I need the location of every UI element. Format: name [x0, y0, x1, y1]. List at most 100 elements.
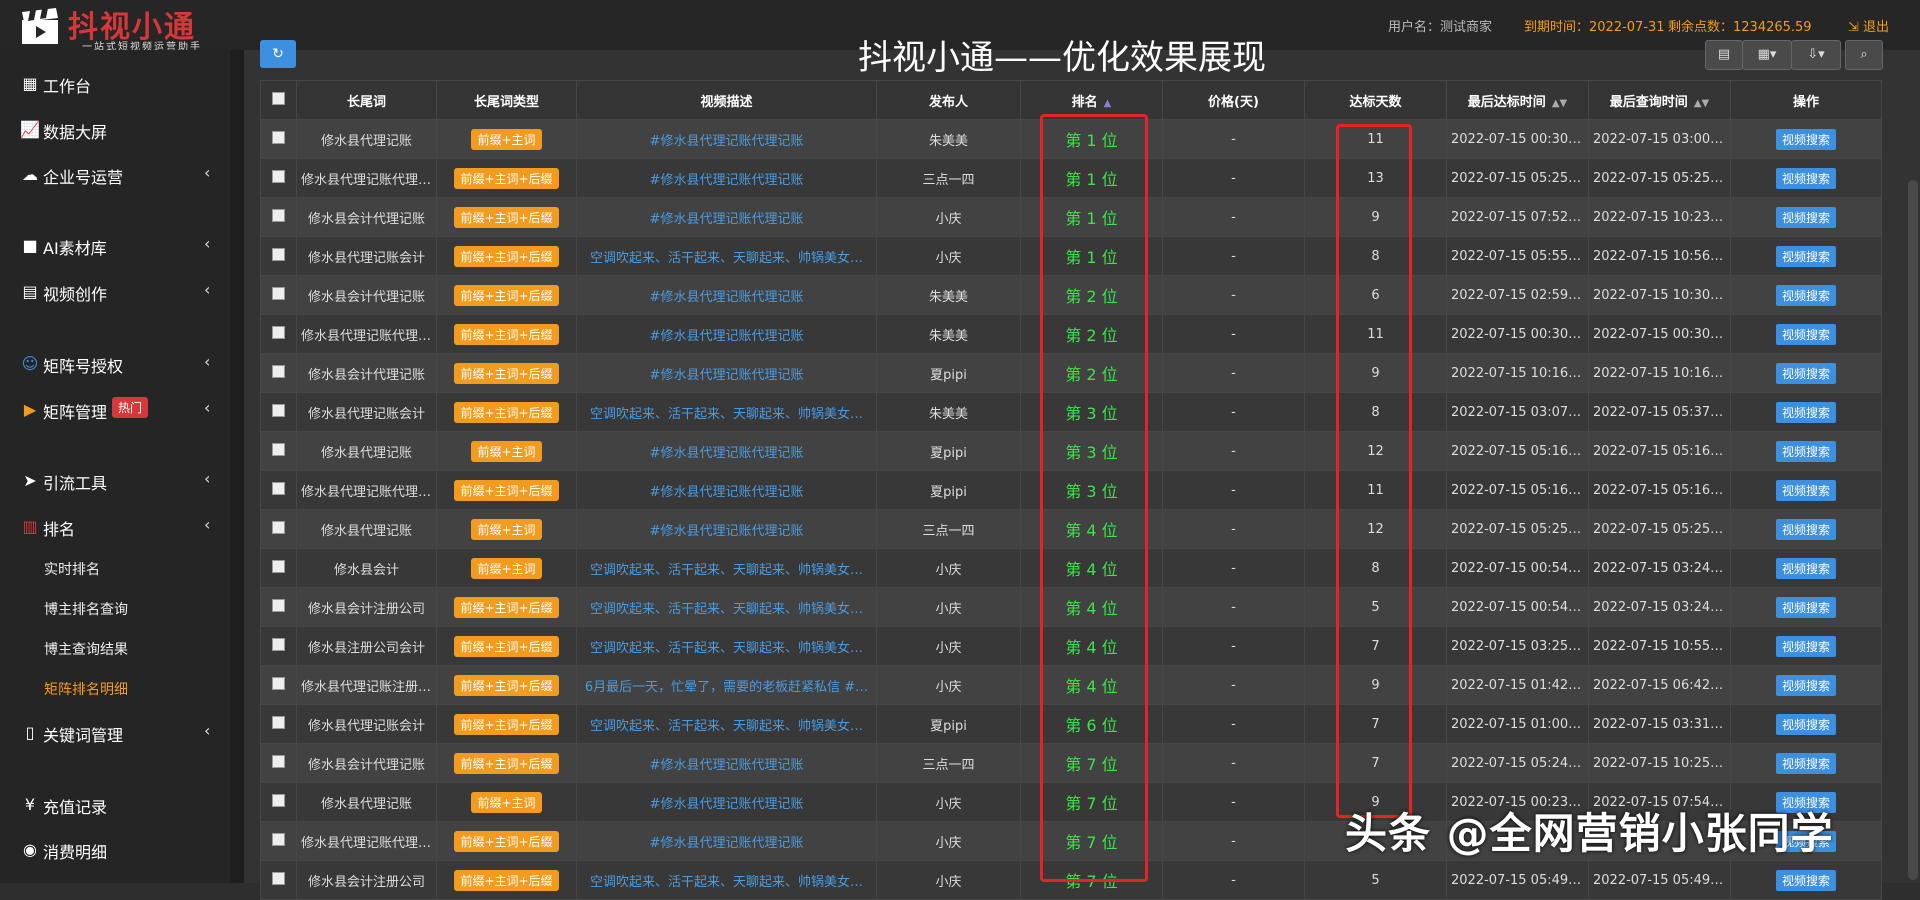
checkbox[interactable] [272, 559, 285, 573]
col-header-last-reach[interactable]: 最后达标时间 ▲▼ [1446, 80, 1589, 120]
video-desc-cell[interactable]: #修水县代理记账代理记账 [576, 314, 877, 354]
video-desc-cell[interactable]: #修水县代理记账代理记账 [576, 470, 877, 510]
video-search-button[interactable]: 视频搜索 [1775, 596, 1836, 618]
video-desc-cell[interactable]: 空调吹起来、活干起来、天聊起来、帅锅美女… [576, 548, 877, 588]
sidebar-item-workbench[interactable]: ▦ 工作台 [0, 64, 230, 104]
sidebar-item-ai-library[interactable]: ■ AI素材库 ‹ [0, 226, 230, 266]
checkbox[interactable] [272, 598, 285, 612]
video-desc-link[interactable]: #修水县代理记账代理记账 [650, 134, 804, 149]
video-search-button[interactable]: 视频搜索 [1775, 323, 1836, 345]
video-desc-cell[interactable]: #修水县代理记账代理记账 [576, 743, 877, 783]
video-desc-link[interactable]: #修水县代理记账代理记账 [650, 797, 804, 812]
video-search-button[interactable]: 视频搜索 [1775, 401, 1836, 423]
sidebar-item-enterprise-ops[interactable]: ☁ 企业号运营 ‹ [0, 155, 230, 195]
video-search-button[interactable]: 视频搜索 [1775, 362, 1836, 384]
video-desc-link[interactable]: #修水县代理记账代理记账 [650, 329, 804, 344]
select-all-checkbox[interactable] [260, 80, 297, 120]
refresh-button[interactable]: ↻ [260, 40, 296, 68]
video-search-button[interactable]: 视频搜索 [1775, 245, 1836, 267]
video-desc-link[interactable]: 空调吹起来、活干起来、天聊起来、帅锅美女… [590, 563, 863, 578]
checkbox[interactable] [272, 91, 285, 105]
row-checkbox-cell[interactable] [260, 665, 297, 705]
col-header-last-query[interactable]: 最后查询时间 ▲▼ [1588, 80, 1731, 120]
sidebar-subitem-realtime-rank[interactable]: 实时排名 [44, 559, 100, 579]
video-desc-link[interactable]: 空调吹起来、活干起来、天聊起来、帅锅美女… [590, 875, 863, 890]
video-desc-cell[interactable]: 空调吹起来、活干起来、天聊起来、帅锅美女… [576, 587, 877, 627]
row-checkbox-cell[interactable] [260, 860, 297, 900]
video-desc-cell[interactable]: #修水县代理记账代理记账 [576, 158, 877, 198]
sidebar-item-matrix-manage[interactable]: ▶ 矩阵管理 热门 ‹ [0, 390, 230, 430]
video-desc-cell[interactable]: #修水县代理记账代理记账 [576, 197, 877, 237]
row-checkbox-cell[interactable] [260, 236, 297, 276]
sidebar-item-data-screen[interactable]: 📈 数据大屏 [0, 110, 230, 150]
video-desc-link[interactable]: #修水县代理记账代理记账 [650, 836, 804, 851]
video-desc-link[interactable]: 空调吹起来、活干起来、天聊起来、帅锅美女… [590, 602, 863, 617]
row-checkbox-cell[interactable] [260, 197, 297, 237]
video-desc-cell[interactable]: 空调吹起来、活干起来、天聊起来、帅锅美女… [576, 236, 877, 276]
video-desc-cell[interactable]: #修水县代理记账代理记账 [576, 509, 877, 549]
video-search-button[interactable]: 视频搜索 [1775, 713, 1836, 735]
sidebar-item-ranking[interactable]: ▥ 排名 ‹ [0, 507, 230, 547]
toggle-view-button[interactable]: ▤ [1705, 40, 1743, 70]
row-checkbox-cell[interactable] [260, 626, 297, 666]
sidebar-item-consumption[interactable]: ◉ 消费明细 [0, 830, 230, 870]
video-search-button[interactable]: 视频搜索 [1775, 518, 1836, 540]
row-checkbox-cell[interactable] [260, 392, 297, 432]
row-checkbox-cell[interactable] [260, 587, 297, 627]
row-checkbox-cell[interactable] [260, 782, 297, 822]
video-desc-cell[interactable]: #修水县代理记账代理记账 [576, 275, 877, 315]
video-desc-link[interactable]: 空调吹起来、活干起来、天聊起来、帅锅美女… [590, 719, 863, 734]
sidebar-item-traffic-tools[interactable]: ➤ 引流工具 ‹ [0, 461, 230, 501]
checkbox[interactable] [272, 715, 285, 729]
row-checkbox-cell[interactable] [260, 743, 297, 783]
sidebar-item-matrix-auth[interactable]: ☺ 矩阵号授权 ‹ [0, 344, 230, 384]
checkbox[interactable] [272, 169, 285, 183]
row-checkbox-cell[interactable] [260, 704, 297, 744]
video-desc-link[interactable]: 空调吹起来、活干起来、天聊起来、帅锅美女… [590, 407, 863, 422]
checkbox[interactable] [272, 286, 285, 300]
video-search-button[interactable]: 视频搜索 [1775, 128, 1836, 150]
video-desc-cell[interactable]: #修水县代理记账代理记账 [576, 353, 877, 393]
checkbox[interactable] [272, 637, 285, 651]
row-checkbox-cell[interactable] [260, 821, 297, 861]
checkbox[interactable] [272, 481, 285, 495]
checkbox[interactable] [272, 832, 285, 846]
video-desc-link[interactable]: #修水县代理记账代理记账 [650, 524, 804, 539]
video-desc-cell[interactable]: 空调吹起来、活干起来、天聊起来、帅锅美女… [576, 626, 877, 666]
video-search-button[interactable]: 视频搜索 [1775, 440, 1836, 462]
video-search-button[interactable]: 视频搜索 [1775, 869, 1836, 891]
checkbox[interactable] [272, 208, 285, 222]
checkbox[interactable] [272, 325, 285, 339]
sidebar-subitem-blogger-rank-query[interactable]: 博主排名查询 [44, 599, 128, 619]
columns-button[interactable]: ▦▾ [1742, 40, 1792, 70]
video-desc-cell[interactable]: #修水县代理记账代理记账 [576, 821, 877, 861]
video-desc-cell[interactable]: 空调吹起来、活干起来、天聊起来、帅锅美女… [576, 704, 877, 744]
checkbox[interactable] [272, 754, 285, 768]
video-search-button[interactable]: 视频搜索 [1775, 674, 1836, 696]
row-checkbox-cell[interactable] [260, 158, 297, 198]
checkbox[interactable] [272, 793, 285, 807]
sidebar-item-recharge[interactable]: ¥ 充值记录 [0, 785, 230, 825]
video-desc-cell[interactable]: 6月最后一天，忙晕了，需要的老板赶紧私信 #… [576, 665, 877, 705]
checkbox[interactable] [272, 247, 285, 261]
export-button[interactable]: ⇩▾ [1791, 40, 1841, 70]
video-search-button[interactable]: 视频搜索 [1775, 284, 1836, 306]
video-desc-cell[interactable]: #修水县代理记账代理记账 [576, 782, 877, 822]
video-desc-link[interactable]: 空调吹起来、活干起来、天聊起来、帅锅美女… [590, 641, 863, 656]
row-checkbox-cell[interactable] [260, 353, 297, 393]
sidebar-item-video-creation[interactable]: ▤ 视频创作 ‹ [0, 272, 230, 312]
row-checkbox-cell[interactable] [260, 548, 297, 588]
row-checkbox-cell[interactable] [260, 275, 297, 315]
video-desc-link[interactable]: #修水县代理记账代理记账 [650, 368, 804, 383]
video-desc-link[interactable]: #修水县代理记账代理记账 [650, 446, 804, 461]
video-desc-link[interactable]: #修水县代理记账代理记账 [650, 485, 804, 500]
checkbox[interactable] [272, 520, 285, 534]
checkbox[interactable] [272, 442, 285, 456]
video-desc-cell[interactable]: #修水县代理记账代理记账 [576, 431, 877, 471]
video-search-button[interactable]: 视频搜索 [1775, 479, 1836, 501]
video-desc-cell[interactable]: #修水县代理记账代理记账 [576, 119, 877, 159]
logo[interactable]: 抖视小通 一站式短视频运营助手 [18, 4, 228, 53]
row-checkbox-cell[interactable] [260, 431, 297, 471]
checkbox[interactable] [272, 676, 285, 690]
video-search-button[interactable]: 视频搜索 [1775, 635, 1836, 657]
